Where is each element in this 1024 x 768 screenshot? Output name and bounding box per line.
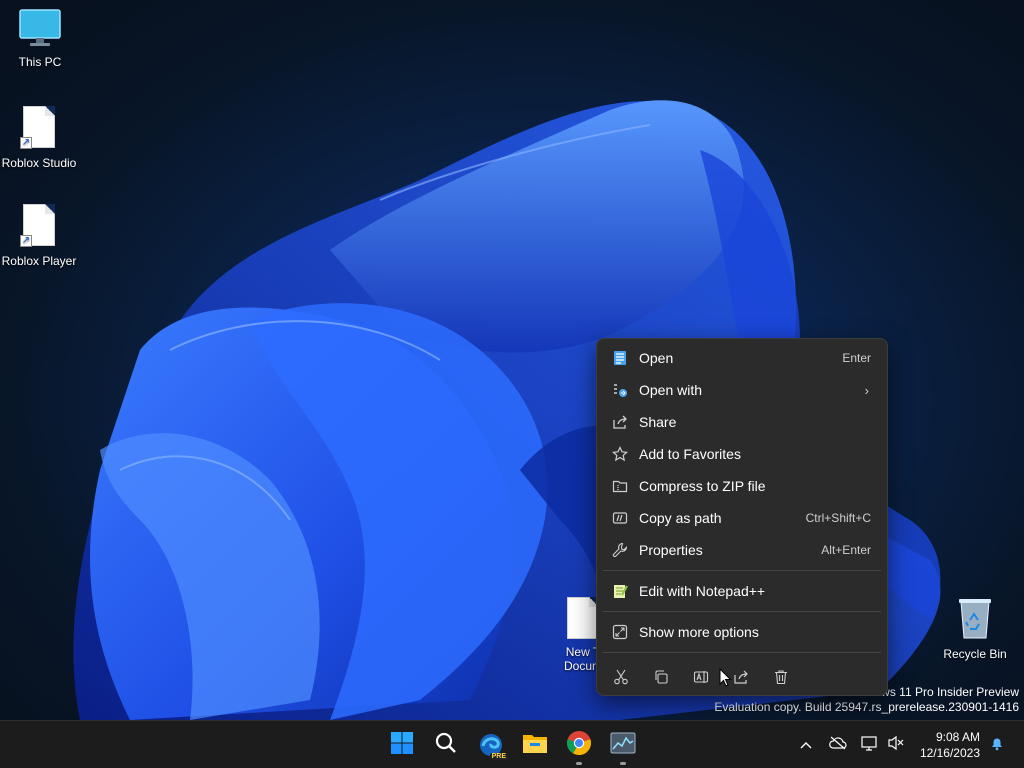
search-button[interactable] [430,729,462,761]
open-with-icon [611,381,629,399]
desktop-icon-label: Recycle Bin [943,647,1007,661]
menu-item-label: Open with [639,382,703,398]
menu-item-edit-notepadpp[interactable]: Edit with Notepad++ [597,575,887,607]
menu-item-open[interactable]: Open Enter [597,342,887,374]
chevron-up-icon [800,736,812,754]
menu-item-shortcut: Alt+Enter [821,543,871,557]
menu-item-shortcut: Enter [842,351,871,365]
copy-button[interactable] [649,663,689,695]
task-manager-icon [610,732,636,759]
edge-canary-button[interactable]: PRE [475,729,508,761]
menu-item-label: Show more options [639,624,759,640]
file-explorer-icon [522,731,548,760]
running-indicator [620,762,626,765]
menu-item-properties[interactable]: Properties Alt+Enter [597,534,887,566]
document-icon: ↗ [20,204,55,247]
menu-item-label: Add to Favorites [639,446,741,462]
onedrive-tray-button[interactable] [826,721,850,768]
menu-item-label: Compress to ZIP file [639,478,766,494]
context-menu: Open Enter Open with › Share Add to Favo… [596,338,888,696]
chrome-button[interactable] [563,729,595,765]
clock-date: 12/16/2023 [919,746,980,760]
context-menu-toolbar [597,657,887,701]
speaker-muted-icon [887,735,905,756]
menu-item-label: Edit with Notepad++ [639,583,766,599]
path-icon [611,509,629,527]
menu-item-label: Share [639,414,677,430]
share-icon [733,669,749,690]
menu-item-show-more-options[interactable]: Show more options [597,616,887,648]
bell-icon [989,735,1005,756]
desktop-icon-this-pc[interactable]: This PC [0,8,80,69]
menu-item-add-to-favorites[interactable]: Add to Favorites [597,438,887,470]
menu-item-copy-as-path[interactable]: Copy as path Ctrl+Shift+C [597,502,887,534]
text-document-icon [567,597,599,639]
recycle-bin-icon [935,596,1015,643]
edge-canary-icon: PRE [478,732,508,760]
running-indicator [576,762,582,765]
menu-separator [603,611,881,612]
mouse-cursor-icon [719,668,732,687]
desktop-icon-roblox-studio[interactable]: ↗ Roblox Studio [0,106,78,170]
start-button[interactable] [386,729,418,761]
desktop-icon-roblox-player[interactable]: ↗ Roblox Player [0,204,78,268]
share-icon [611,413,629,431]
search-icon [434,731,458,760]
expand-icon [611,623,629,641]
clock[interactable]: 9:08 AM 12/16/2023 [920,729,980,761]
menu-item-compress-zip[interactable]: Compress to ZIP file [597,470,887,502]
desktop-icon-label: Roblox Studio [1,156,77,170]
network-icon [861,735,879,756]
menu-item-label: Open [639,350,674,366]
delete-button[interactable] [769,663,809,695]
wrench-icon [611,541,629,559]
desktop-icon-label: Roblox Player [1,254,77,268]
shortcut-arrow-icon: ↗ [20,235,32,247]
chevron-right-icon: › [864,382,869,398]
menu-item-share[interactable]: Share [597,406,887,438]
cut-button[interactable] [609,663,649,695]
file-explorer-button[interactable] [519,729,551,761]
chrome-icon [566,730,592,761]
notepadpp-icon [611,582,629,600]
start-icon [390,731,414,760]
desktop-icon-label: This PC [18,55,62,69]
watermark-line2: Evaluation copy. Build 25947.rs_prerelea… [714,700,1019,714]
zip-icon [611,477,629,495]
star-icon [611,445,629,463]
menu-item-open-with[interactable]: Open with › [597,374,887,406]
rename-icon [693,669,709,690]
copy-icon [653,669,669,690]
task-manager-button[interactable] [607,729,639,765]
taskbar: PRE 9:08 AM 12/16/2023 [0,720,1024,768]
shortcut-arrow-icon: ↗ [20,137,32,149]
network-tray-button[interactable] [858,721,882,768]
menu-separator [603,652,881,653]
cloud-offline-icon [829,736,847,755]
menu-item-label: Properties [639,542,703,558]
menu-item-label: Copy as path [639,510,722,526]
share-button[interactable] [729,663,769,695]
monitor-icon [0,8,80,51]
menu-item-shortcut: Ctrl+Shift+C [805,511,871,525]
menu-separator [603,570,881,571]
volume-tray-button[interactable] [884,721,908,768]
show-hidden-icons-button[interactable] [796,721,816,768]
notepad-icon [611,349,629,367]
clock-time: 9:08 AM [935,730,980,744]
desktop-icon-recycle-bin[interactable]: Recycle Bin [935,596,1015,661]
document-icon: ↗ [20,106,55,149]
notifications-button[interactable] [986,721,1008,768]
pre-badge: PRE [489,753,508,760]
cut-icon [613,669,629,690]
delete-icon [773,669,789,690]
